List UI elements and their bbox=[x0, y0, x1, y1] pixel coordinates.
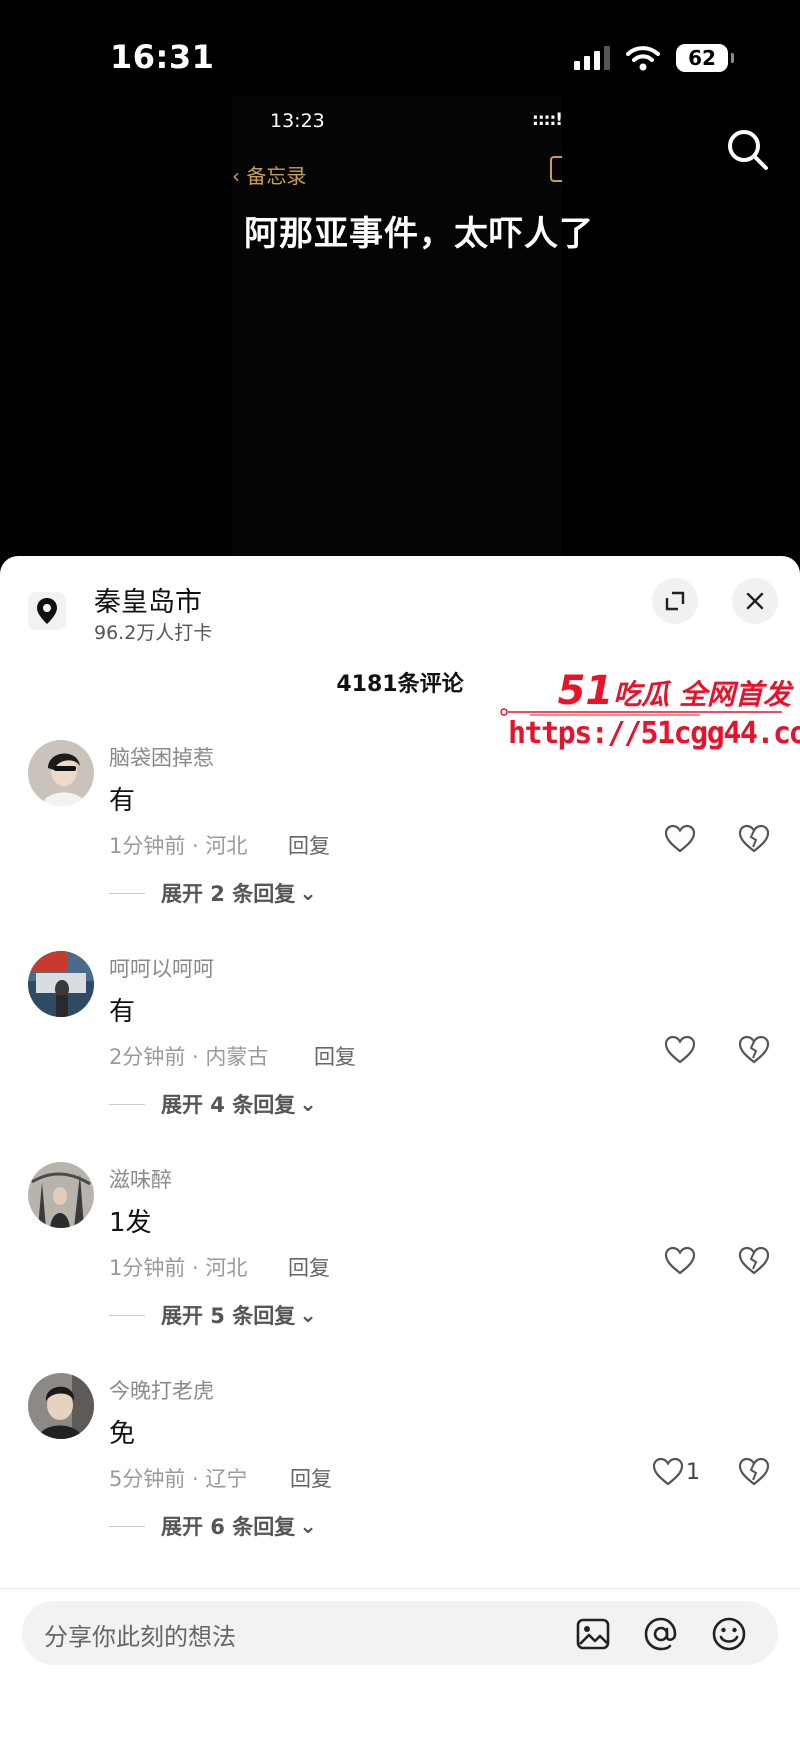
expand-replies-button[interactable]: 展开 4 条回复 ⌄ bbox=[109, 1089, 317, 1119]
avatar[interactable] bbox=[28, 1162, 94, 1228]
video-frame: 13:23 ::::! ‹ 备忘录 阿那亚事件，太吓人了 bbox=[232, 96, 593, 560]
comment-username[interactable]: 今晚打老虎 bbox=[109, 1375, 214, 1405]
avatar[interactable] bbox=[28, 1373, 94, 1439]
expand-replies-button[interactable]: 展开 5 条回复 ⌄ bbox=[109, 1300, 317, 1330]
watermark-brand-text: 吃瓜 全网首发 bbox=[613, 678, 791, 711]
close-icon bbox=[746, 592, 764, 610]
comment-item: 滋味醉 1发 1分钟前 · 河北 回复 展开 5 条回复 ⌄ bbox=[0, 1162, 800, 1362]
close-button[interactable] bbox=[732, 578, 778, 624]
broken-heart-icon bbox=[738, 1246, 770, 1275]
comment-item: 脑袋困掉惹 有 1分钟前 · 河北 回复 展开 2 条回复 ⌄ bbox=[0, 740, 800, 940]
chevron-down-icon: ⌄ bbox=[299, 1303, 317, 1327]
image-icon bbox=[576, 1618, 610, 1650]
avatar[interactable] bbox=[28, 740, 94, 806]
comment-meta: 1分钟前 · 河北 bbox=[109, 1256, 248, 1280]
comment-username[interactable]: 呵呵以呵呵 bbox=[109, 953, 214, 983]
dislike-button[interactable] bbox=[738, 1035, 770, 1069]
battery-indicator: 62 bbox=[676, 44, 734, 72]
reply-button[interactable]: 回复 bbox=[288, 830, 330, 860]
chevron-down-icon: ⌄ bbox=[299, 881, 317, 905]
dislike-button[interactable] bbox=[738, 1457, 770, 1491]
broken-heart-icon bbox=[738, 1457, 770, 1486]
comment-text: 免 bbox=[109, 1419, 136, 1449]
like-button[interactable] bbox=[664, 1035, 698, 1065]
comment-text: 有 bbox=[109, 786, 136, 816]
cellular-signal-icon bbox=[574, 46, 610, 70]
avatar[interactable] bbox=[28, 951, 94, 1017]
broken-heart-icon bbox=[738, 1035, 770, 1064]
comment-input-placeholder[interactable]: 分享你此刻的想法 bbox=[44, 1617, 236, 1652]
comment-username[interactable]: 脑袋困掉惹 bbox=[109, 742, 214, 772]
chevron-down-icon: ⌄ bbox=[299, 1092, 317, 1116]
like-button[interactable] bbox=[664, 824, 698, 854]
mention-button[interactable] bbox=[642, 1615, 680, 1653]
comment-text: 有 bbox=[109, 997, 136, 1027]
watermark: 51吃瓜 全网首发 https://51cgg44.com bbox=[500, 668, 800, 758]
heart-icon bbox=[664, 1246, 696, 1275]
emoji-button[interactable] bbox=[710, 1615, 748, 1653]
expand-icon bbox=[665, 591, 685, 611]
expand-replies-button[interactable]: 展开 6 条回复 ⌄ bbox=[109, 1511, 317, 1541]
reply-button[interactable]: 回复 bbox=[290, 1463, 332, 1493]
heart-icon bbox=[664, 1035, 696, 1064]
comment-meta: 1分钟前 · 河北 bbox=[109, 834, 248, 858]
heart-icon bbox=[664, 824, 696, 853]
inner-signal-icon: ::::! bbox=[532, 110, 563, 130]
inner-share-icon bbox=[550, 156, 562, 182]
input-divider bbox=[0, 1588, 800, 1589]
like-count: 1 bbox=[686, 1459, 700, 1485]
video-area[interactable]: 16:31 62 13:23 ::::! ‹ 备忘录 阿那亚事件，太吓人了 bbox=[0, 0, 800, 560]
comment-text: 1发 bbox=[109, 1208, 152, 1238]
expand-replies-label: 展开 6 条回复 bbox=[161, 1515, 296, 1539]
expand-replies-label: 展开 4 条回复 bbox=[161, 1093, 296, 1117]
location-pin-icon bbox=[37, 598, 57, 624]
video-caption: 阿那亚事件，太吓人了 bbox=[244, 214, 594, 254]
reply-button[interactable]: 回复 bbox=[288, 1252, 330, 1282]
comment-meta: 2分钟前 · 内蒙古 bbox=[109, 1045, 269, 1069]
status-indicators: 62 bbox=[574, 44, 734, 72]
inner-status-time: 13:23 bbox=[270, 110, 325, 132]
location-name[interactable]: 秦皇岛市 bbox=[94, 580, 202, 619]
expand-replies-label: 展开 5 条回复 bbox=[161, 1304, 296, 1328]
chevron-down-icon: ⌄ bbox=[299, 1514, 317, 1538]
status-time: 16:31 bbox=[110, 38, 215, 76]
dislike-button[interactable] bbox=[738, 824, 770, 858]
image-button[interactable] bbox=[574, 1615, 612, 1653]
inner-back-label: ‹ 备忘录 bbox=[232, 164, 307, 188]
wifi-icon bbox=[626, 46, 660, 71]
at-icon bbox=[644, 1617, 677, 1651]
dislike-button[interactable] bbox=[738, 1246, 770, 1280]
search-icon bbox=[728, 130, 768, 170]
comment-username[interactable]: 滋味醉 bbox=[109, 1164, 172, 1194]
expand-button[interactable] bbox=[652, 578, 698, 624]
watermark-url: https://51cgg44.com bbox=[508, 716, 800, 751]
comment-input[interactable]: 分享你此刻的想法 bbox=[22, 1601, 778, 1665]
like-button[interactable]: 1 bbox=[652, 1457, 700, 1487]
broken-heart-icon bbox=[738, 824, 770, 853]
watermark-circuit-line bbox=[500, 708, 782, 716]
emoji-icon bbox=[712, 1617, 746, 1651]
comment-item: 呵呵以呵呵 有 2分钟前 · 内蒙古 回复 展开 4 条回复 ⌄ bbox=[0, 951, 800, 1151]
search-button[interactable] bbox=[724, 126, 772, 174]
like-button[interactable] bbox=[664, 1246, 698, 1276]
location-pin-button[interactable] bbox=[28, 592, 66, 630]
inner-back-text: 备忘录 bbox=[246, 164, 307, 188]
expand-replies-label: 展开 2 条回复 bbox=[161, 882, 296, 906]
expand-replies-button[interactable]: 展开 2 条回复 ⌄ bbox=[109, 878, 317, 908]
reply-button[interactable]: 回复 bbox=[314, 1041, 356, 1071]
location-checkins: 96.2万人打卡 bbox=[94, 622, 213, 644]
comment-item: 今晚打老虎 免 5分钟前 · 辽宁 回复 展开 6 条回复 ⌄ 1 bbox=[0, 1373, 800, 1573]
heart-icon bbox=[652, 1457, 684, 1486]
comment-meta: 5分钟前 · 辽宁 bbox=[109, 1467, 248, 1491]
